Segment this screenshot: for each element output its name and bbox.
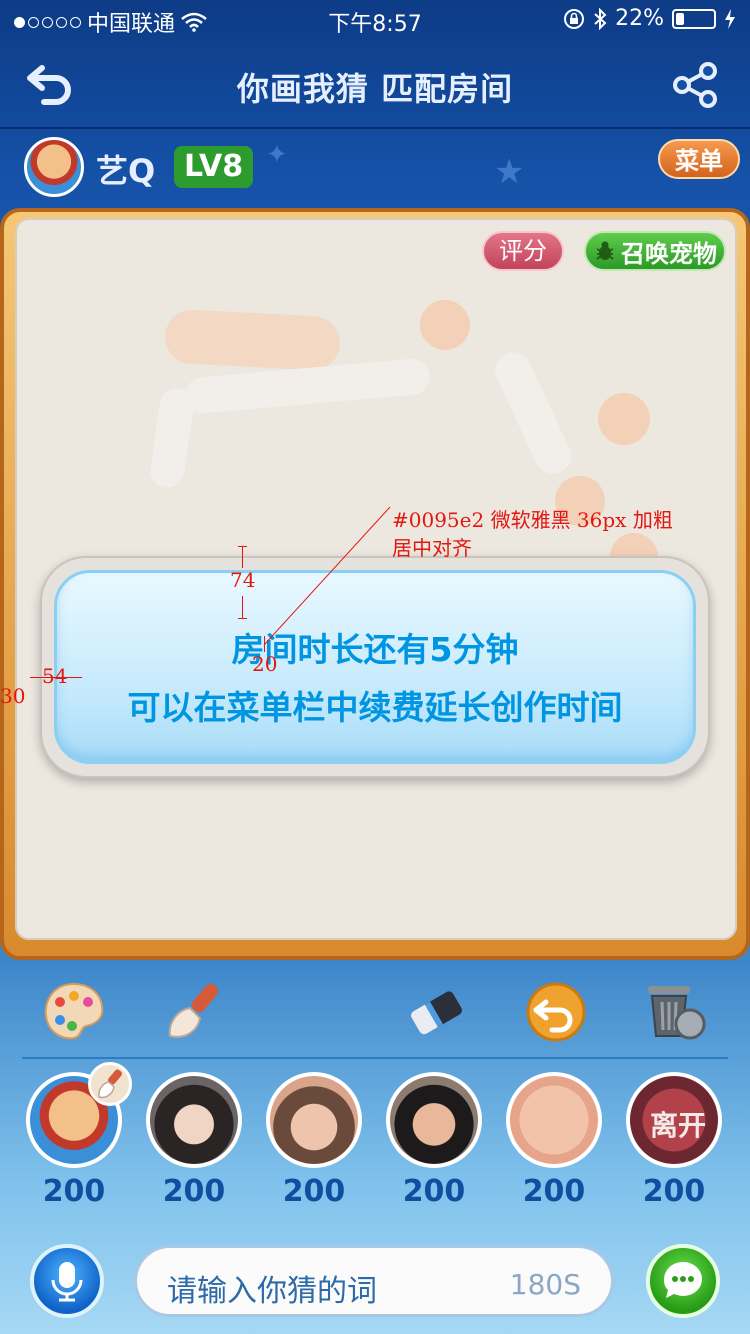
player-avatar[interactable] bbox=[266, 1072, 362, 1168]
player-avatar[interactable] bbox=[506, 1072, 602, 1168]
status-right: 22% bbox=[563, 6, 736, 31]
player-slot[interactable]: 离开 200 bbox=[624, 1072, 724, 1209]
player-score: 200 bbox=[402, 1174, 466, 1209]
trash-icon[interactable] bbox=[640, 978, 708, 1046]
avatar[interactable] bbox=[24, 137, 84, 197]
countdown-timer: 180S bbox=[509, 1268, 581, 1301]
page-title: 你画我猜 匹配房间 bbox=[236, 70, 514, 108]
chat-bubble-icon bbox=[664, 1262, 702, 1298]
guess-input-placeholder: 请输入你猜的词 bbox=[167, 1274, 377, 1309]
player-slot[interactable]: 200 bbox=[264, 1072, 364, 1209]
bug-icon bbox=[596, 241, 614, 260]
player-score: 200 bbox=[522, 1174, 586, 1209]
menu-button[interactable]: 菜单 bbox=[658, 139, 740, 179]
palette-icon[interactable] bbox=[40, 978, 108, 1046]
username: 艺Q bbox=[96, 152, 156, 190]
battery-icon bbox=[672, 8, 716, 29]
status-bar: 中国联通 下午8:57 22% bbox=[0, 0, 750, 40]
charging-icon bbox=[725, 8, 735, 29]
player-slot[interactable]: 200 bbox=[384, 1072, 484, 1209]
brush-icon[interactable] bbox=[160, 978, 228, 1046]
toolbar-divider bbox=[22, 1057, 728, 1059]
player-score: 200 bbox=[42, 1174, 106, 1209]
nav-divider bbox=[0, 127, 750, 129]
drawing-toolbar bbox=[0, 978, 750, 1058]
annotation-leader-line bbox=[263, 506, 391, 646]
guess-input[interactable]: 请输入你猜的词 180S bbox=[134, 1245, 614, 1317]
microphone-icon bbox=[51, 1262, 83, 1302]
notice-line-2: 可以在菜单栏中续费延长创作时间 bbox=[127, 688, 623, 727]
annotation-gap-left: 54 bbox=[42, 664, 68, 688]
summon-pet-button[interactable]: 召唤宠物 bbox=[584, 231, 726, 271]
player-slot[interactable]: 200 bbox=[504, 1072, 604, 1209]
star-icon: ★ bbox=[494, 152, 525, 192]
player-score: 200 bbox=[642, 1174, 706, 1209]
battery-percent: 22% bbox=[615, 6, 664, 31]
bluetooth-icon bbox=[594, 7, 607, 30]
annotation-spec-2: 居中对齐 bbox=[392, 536, 472, 560]
level-badge: LV8 bbox=[174, 146, 254, 188]
share-icon[interactable] bbox=[670, 62, 720, 108]
drawing-brush-badge-icon bbox=[88, 1062, 132, 1106]
doodle-stroke bbox=[148, 386, 196, 490]
player-score: 200 bbox=[282, 1174, 346, 1209]
annotation-gap-inner: 20 bbox=[252, 652, 278, 676]
rate-button[interactable]: 评分 bbox=[482, 231, 564, 271]
annotation-dim-line bbox=[242, 546, 243, 568]
undo-icon[interactable] bbox=[522, 978, 590, 1046]
annotation-gap-edge: 30 bbox=[0, 684, 26, 708]
pet-label: 召唤宠物 bbox=[621, 239, 717, 268]
doodle-dot bbox=[598, 393, 650, 445]
doodle-stroke bbox=[489, 346, 577, 480]
player-score: 200 bbox=[162, 1174, 226, 1209]
player-avatar[interactable]: 离开 bbox=[626, 1072, 722, 1168]
annotation-dim-line bbox=[238, 618, 247, 619]
rotation-lock-icon bbox=[564, 8, 585, 29]
player-avatar[interactable] bbox=[386, 1072, 482, 1168]
chat-button[interactable] bbox=[646, 1244, 720, 1318]
nav-bar: 你画我猜 匹配房间 bbox=[0, 40, 750, 128]
eraser-icon[interactable] bbox=[402, 978, 470, 1046]
leave-label: 离开 bbox=[649, 1109, 706, 1142]
player-slot[interactable]: 200 bbox=[144, 1072, 244, 1209]
star-icon: ✦ bbox=[266, 140, 288, 170]
player-avatar[interactable] bbox=[146, 1072, 242, 1168]
annotation-dim-line bbox=[238, 546, 247, 547]
annotation-spec-1: #0095e2 微软雅黑 36px 加粗 bbox=[392, 508, 673, 532]
annotation-dim-line bbox=[264, 636, 265, 652]
voice-button[interactable] bbox=[30, 1244, 104, 1318]
annotation-dim-line bbox=[242, 596, 243, 618]
doodle-dot bbox=[420, 300, 470, 350]
doodle-stroke bbox=[163, 308, 342, 372]
annotation-gap-top: 74 bbox=[230, 568, 256, 592]
